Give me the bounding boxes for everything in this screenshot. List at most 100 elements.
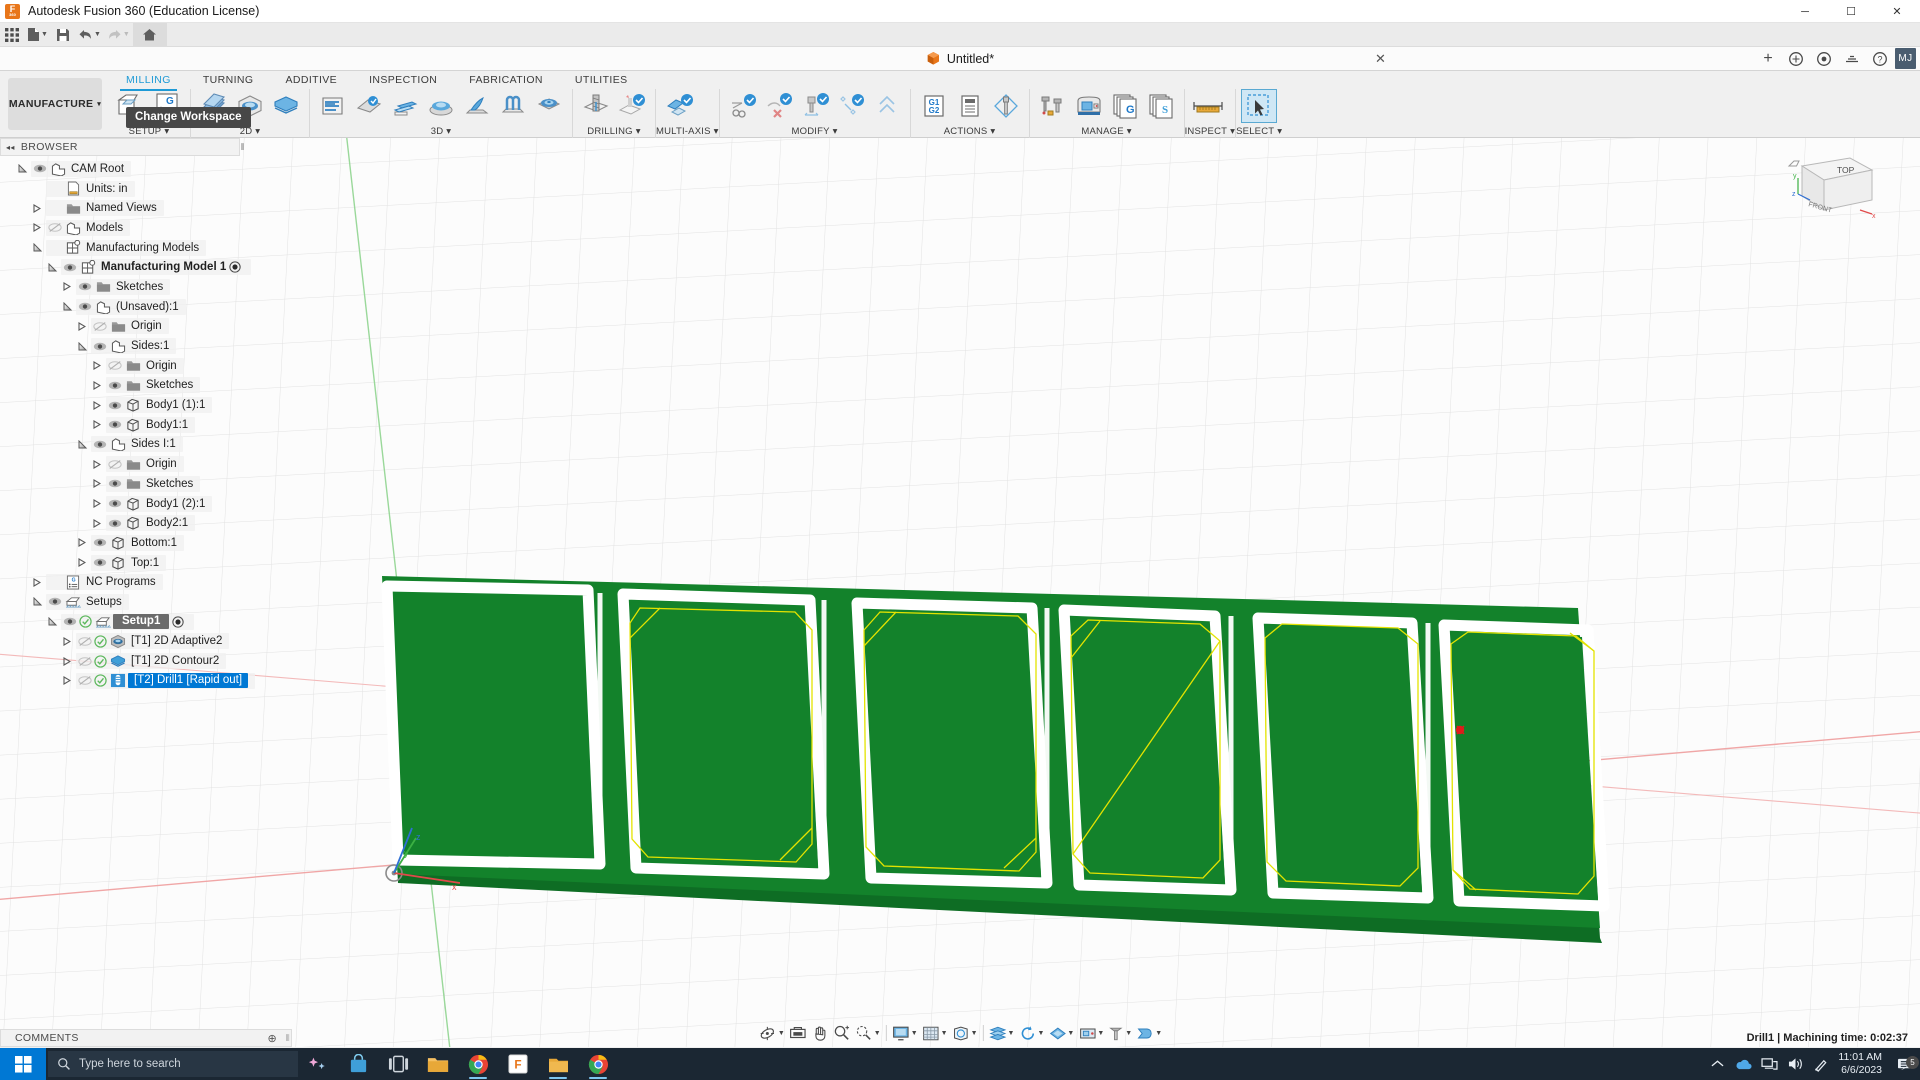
visibility-off-icon[interactable] xyxy=(76,675,93,686)
panel-manage-label[interactable]: MANAGE ▾ xyxy=(1030,125,1184,138)
tab-untitled[interactable]: Untitled* xyxy=(926,51,994,66)
tree-row-named-views[interactable]: Named Views xyxy=(0,198,240,218)
visibility-on-icon[interactable] xyxy=(106,380,123,391)
chevron-down-icon[interactable]: ▼ xyxy=(123,31,130,38)
tree-row-sketches[interactable]: Sketches xyxy=(0,376,240,396)
panel-drilling-label[interactable]: DRILLING ▾ xyxy=(573,125,655,138)
viewcube[interactable]: TOP FRONT y z x xyxy=(1784,148,1880,226)
tree-row-sketches[interactable]: Sketches xyxy=(0,277,240,297)
expand-triangle-icon[interactable] xyxy=(63,656,76,666)
grid-snap-button[interactable]: ▼ xyxy=(920,1021,950,1045)
expand-triangle-icon[interactable] xyxy=(93,361,106,371)
tree-row-body1-2-1[interactable]: Body1 (2):1 xyxy=(0,494,240,514)
ribbon-tab-milling[interactable]: MILLING xyxy=(110,71,187,91)
collapse-panel-icon[interactable]: ◂◂ xyxy=(6,143,15,152)
tree-row-manufacturing-models[interactable]: Manufacturing Models xyxy=(0,238,240,258)
tree-row-body1-1[interactable]: Body1:1 xyxy=(0,415,240,435)
comments-panel[interactable]: COMMENTS ⊕ ⦀ xyxy=(0,1029,292,1047)
panel-3d-label[interactable]: 3D ▾ xyxy=(310,125,572,138)
chevron-down-icon[interactable]: ▼ xyxy=(911,1030,918,1037)
collapse-triangle-icon[interactable] xyxy=(48,617,61,626)
measure-icon[interactable] xyxy=(1190,89,1226,123)
tree-row-origin[interactable]: Origin xyxy=(0,454,240,474)
tree-row-sides-i-1[interactable]: Sides I:1 xyxy=(0,435,240,455)
additional-modify-icon[interactable] xyxy=(869,89,905,123)
tree-row-units-in[interactable]: Units: in xyxy=(0,179,240,199)
machine-button[interactable]: ▼ xyxy=(1134,1021,1164,1045)
visibility-off-icon[interactable] xyxy=(106,459,123,470)
tree-row-top-1[interactable]: Top:1 xyxy=(0,553,240,573)
visibility-on-icon[interactable] xyxy=(106,419,123,430)
panel-inspect-label[interactable]: INSPECT ▾ xyxy=(1185,125,1236,138)
visibility-on-icon[interactable] xyxy=(106,400,123,411)
visibility-on-icon[interactable] xyxy=(106,498,123,509)
zoom-window-button[interactable]: ▼ xyxy=(853,1021,883,1045)
expand-triangle-icon[interactable] xyxy=(93,518,106,528)
visibility-on-icon[interactable] xyxy=(61,616,78,627)
chevron-down-icon[interactable]: ▼ xyxy=(94,31,101,38)
post-library-icon[interactable]: G xyxy=(1107,89,1143,123)
chevron-down-icon[interactable]: ▼ xyxy=(941,1030,948,1037)
collapse-triangle-icon[interactable] xyxy=(33,243,46,252)
drill-icon[interactable] xyxy=(578,89,614,123)
network-icon[interactable] xyxy=(1756,1057,1782,1071)
panel-modify-label[interactable]: MODIFY ▾ xyxy=(720,125,910,138)
chevron-down-icon[interactable]: ▼ xyxy=(1097,1030,1104,1037)
help-icon[interactable]: ? xyxy=(1867,48,1893,70)
visibility-on-icon[interactable] xyxy=(91,537,108,548)
maximize-button[interactable]: ☐ xyxy=(1828,0,1874,23)
expand-triangle-icon[interactable] xyxy=(33,223,46,233)
stock-visibility-button[interactable]: ▼ xyxy=(987,1021,1017,1045)
tree-row-bottom-1[interactable]: Bottom:1 xyxy=(0,533,240,553)
zoom-button[interactable] xyxy=(831,1021,853,1045)
horizontal-clearing-icon[interactable] xyxy=(387,89,423,123)
chrome-window-icon[interactable] xyxy=(578,1048,618,1080)
collapse-triangle-icon[interactable] xyxy=(18,164,31,173)
add-comment-icon[interactable]: ⊕ xyxy=(267,1032,277,1045)
tree-row-unsaved-1[interactable]: (Unsaved):1 xyxy=(0,297,240,317)
expand-triangle-icon[interactable] xyxy=(93,479,106,489)
visibility-on-icon[interactable] xyxy=(61,262,78,273)
visibility-on-icon[interactable] xyxy=(46,596,63,607)
active-radio-icon[interactable] xyxy=(226,261,244,273)
parallel-icon[interactable] xyxy=(423,89,459,123)
post-process-icon[interactable]: G1 G2 xyxy=(916,89,952,123)
task-view-icon[interactable] xyxy=(378,1048,418,1080)
avatar[interactable]: MJ xyxy=(1895,48,1916,69)
select-tool-icon[interactable] xyxy=(1241,89,1278,123)
panel-select-label[interactable]: SELECT ▾ xyxy=(1236,125,1282,138)
expand-triangle-icon[interactable] xyxy=(78,558,91,568)
chevron-down-icon[interactable]: ▼ xyxy=(778,1030,785,1037)
panel-multi-axis-label[interactable]: MULTI-AXIS ▾ xyxy=(656,125,719,138)
expand-triangle-icon[interactable] xyxy=(78,321,91,331)
chevron-down-icon[interactable]: ▼ xyxy=(1125,1030,1132,1037)
tree-row-origin[interactable]: Origin xyxy=(0,317,240,337)
visibility-on-icon[interactable] xyxy=(91,439,108,450)
onedrive-icon[interactable] xyxy=(1730,1058,1756,1071)
show-hidden-icons-chevron[interactable] xyxy=(1704,1059,1730,1069)
tree-row-setups[interactable]: Setups xyxy=(0,592,240,612)
tree-row-body1-1-1[interactable]: Body1 (1):1 xyxy=(0,395,240,415)
store-icon[interactable] xyxy=(338,1048,378,1080)
notifications-icon[interactable] xyxy=(1811,48,1837,70)
taskbar-search[interactable]: Type here to search xyxy=(48,1051,298,1077)
collapse-triangle-icon[interactable] xyxy=(78,439,91,449)
chrome-icon[interactable] xyxy=(458,1048,498,1080)
new-tab-button[interactable]: + xyxy=(1755,48,1781,70)
tool-change-icon[interactable] xyxy=(797,89,833,123)
optimize-icon[interactable] xyxy=(833,89,869,123)
expand-triangle-icon[interactable] xyxy=(63,282,76,292)
visibility-on-icon[interactable] xyxy=(31,163,48,174)
setup-sheet-icon[interactable] xyxy=(952,89,988,123)
display-settings-button[interactable]: ▼ xyxy=(890,1021,920,1045)
fusion-launcher-icon[interactable]: F xyxy=(498,1048,538,1080)
orbit-button[interactable]: ▼ xyxy=(756,1021,787,1045)
tree-row-t2-drill1-rapid-out[interactable]: [T2] Drill1 [Rapid out] xyxy=(0,671,256,691)
panel-resize-grip[interactable]: ⦀ xyxy=(240,138,245,156)
look-at-button[interactable] xyxy=(787,1021,809,1045)
save-button[interactable] xyxy=(51,23,75,47)
refresh-toolpath-button[interactable]: ▼ xyxy=(1016,1021,1046,1045)
viewcube-home-icon[interactable] xyxy=(1787,160,1800,167)
visibility-on-icon[interactable] xyxy=(76,301,93,312)
pen-icon[interactable] xyxy=(1808,1057,1834,1072)
